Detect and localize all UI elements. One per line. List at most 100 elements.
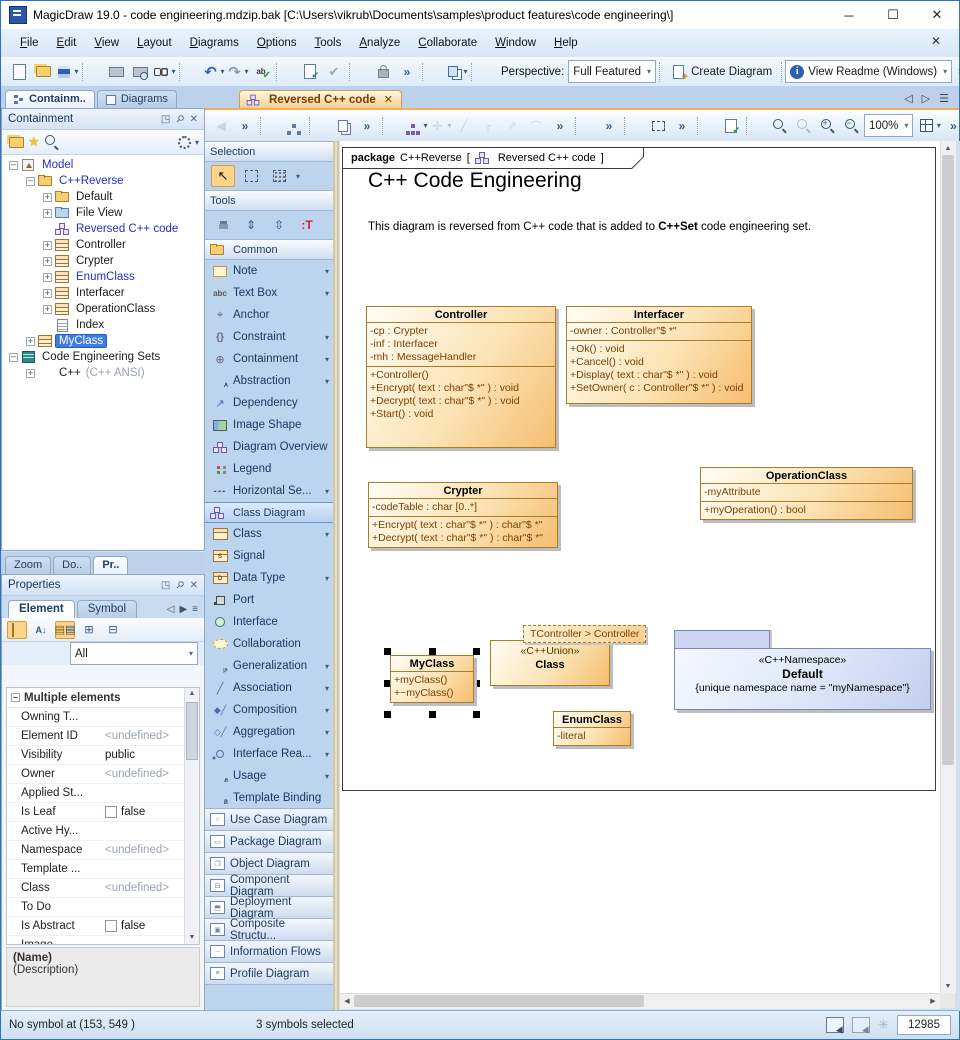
- property-row[interactable]: Image: [7, 936, 199, 945]
- next-icon[interactable]: ▶: [179, 604, 187, 615]
- diagram-toolbar-button[interactable]: ⇗▾: [500, 114, 524, 138]
- toolbar-button[interactable]: ▾: [128, 60, 152, 84]
- diagram-toolbar-button[interactable]: »▾: [941, 114, 960, 138]
- toolbar-button[interactable]: ✔▾: [322, 60, 346, 84]
- tree-expander[interactable]: [43, 257, 52, 266]
- uml-class-myclass[interactable]: MyClass +myClass()+~myClass(): [390, 655, 474, 703]
- list-icon[interactable]: ≡: [192, 604, 198, 615]
- palette-diagram-section[interactable]: ▭ Package Diagram: [205, 830, 333, 853]
- menu-item[interactable]: Window: [486, 34, 545, 52]
- diagram-toolbar-button[interactable]: »▾: [597, 114, 621, 138]
- selection-handle[interactable]: [473, 648, 480, 655]
- tree-expander[interactable]: [9, 353, 18, 362]
- palette-item[interactable]: --- Horizontal Se... ▾: [205, 480, 333, 502]
- toolbar-button[interactable]: ▾: [176, 60, 201, 84]
- selection-more-icon[interactable]: ▾: [296, 172, 300, 181]
- sort-alphabetic-button[interactable]: A↓: [31, 621, 51, 639]
- notification-icon[interactable]: [826, 1017, 844, 1033]
- palette-item[interactable]: Image Shape ▾: [205, 414, 333, 436]
- tree-expander[interactable]: [43, 321, 52, 330]
- palette-section-class-diagram[interactable]: Class Diagram: [205, 502, 333, 523]
- palette-diagram-section[interactable]: ❐ Object Diagram: [205, 852, 333, 875]
- palette-diagram-section[interactable]: → Information Flows: [205, 940, 333, 963]
- property-row[interactable]: Active Hy...: [7, 822, 199, 841]
- pin-panel-icon[interactable]: ⚲: [173, 113, 186, 126]
- palette-item[interactable]: ⊕ Containment ▾: [205, 348, 333, 370]
- palette-item[interactable]: Collaboration ▾: [205, 633, 333, 655]
- uml-class-operationclass[interactable]: OperationClass -myAttribute +myOperation…: [700, 467, 913, 520]
- multi-select-button[interactable]: [267, 165, 291, 187]
- property-row[interactable]: Is Leaf false: [7, 803, 199, 822]
- diagram-toolbar-button[interactable]: ▾: [282, 114, 306, 138]
- readme-combobox[interactable]: iView Readme (Windows)▾: [785, 60, 952, 83]
- menu-item[interactable]: File: [11, 34, 48, 52]
- palette-diagram-section[interactable]: ▣ Composite Structu...: [205, 918, 333, 941]
- tree-search-icon[interactable]: [43, 133, 61, 151]
- vertical-scrollbar[interactable]: ▲ ▼: [940, 141, 956, 993]
- package-default-tab[interactable]: [674, 630, 770, 650]
- tree-node[interactable]: Crypter: [3, 253, 203, 269]
- palette-item[interactable]: Port ▾: [205, 589, 333, 611]
- tree-expander[interactable]: [26, 337, 35, 346]
- diagram-toolbar-button[interactable]: ▾: [917, 114, 941, 138]
- maximize-button[interactable]: ☐: [871, 1, 915, 29]
- diagram-toolbar-button[interactable]: »▾: [355, 114, 379, 138]
- tree-expander[interactable]: [43, 305, 52, 314]
- toolbar-button[interactable]: ▾: [31, 60, 55, 84]
- toolbar-button[interactable]: ▾: [7, 60, 31, 84]
- property-row[interactable]: Visibility public: [7, 746, 199, 765]
- vertical-tree-button[interactable]: ⇕: [239, 214, 263, 236]
- menu-item[interactable]: Collaborate: [409, 34, 486, 52]
- tree-expander[interactable]: [26, 369, 35, 378]
- diagram-toolbar-button[interactable]: »▾: [548, 114, 572, 138]
- selection-handle[interactable]: [429, 711, 436, 718]
- property-row[interactable]: Element ID <undefined>: [7, 727, 199, 746]
- checkbox[interactable]: [105, 806, 117, 818]
- tree-node[interactable]: Controller: [3, 237, 203, 253]
- diagram-toolbar-button[interactable]: ▾: [306, 114, 331, 138]
- horizontal-scroll-thumb[interactable]: [354, 995, 644, 1007]
- close-panel-icon[interactable]: ✕: [190, 580, 198, 591]
- close-tab-icon[interactable]: ✕: [384, 93, 393, 106]
- package-default[interactable]: «C++Namespace» Default {unique namespace…: [674, 648, 931, 710]
- toolbar-button[interactable]: ▾: [298, 60, 322, 84]
- menu-item[interactable]: View: [85, 34, 128, 52]
- tree-node[interactable]: File View: [3, 205, 203, 221]
- toolbar-button[interactable]: ▾: [346, 60, 371, 84]
- toolbar-button[interactable]: ▾: [444, 60, 468, 84]
- diagram-toolbar-button[interactable]: ▾: [743, 114, 768, 138]
- property-row[interactable]: Is Abstract false: [7, 917, 199, 936]
- tab-zoom[interactable]: Zoom: [5, 556, 51, 574]
- toolbar-button[interactable]: »▾: [395, 60, 419, 84]
- property-row[interactable]: Namespace <undefined>: [7, 841, 199, 860]
- menu-close-icon[interactable]: ✕: [931, 34, 941, 48]
- diagram-toolbar-button[interactable]: ╱▾: [452, 114, 476, 138]
- palette-item[interactable]: ◇╱ Aggregation ▾: [205, 721, 333, 743]
- tree-node[interactable]: EnumClass: [3, 269, 203, 285]
- menu-item[interactable]: Help: [545, 34, 587, 52]
- expand-all-button[interactable]: ⊞: [79, 621, 99, 639]
- collapse-all-button[interactable]: ⊟: [103, 621, 123, 639]
- diagram-toolbar-button[interactable]: »▾: [670, 114, 694, 138]
- palette-item[interactable]: Diagram Overview ▾: [205, 436, 333, 458]
- tree-options-button[interactable]: ▾: [176, 133, 199, 151]
- palette-item[interactable]: ↗B Template Binding ▾: [205, 787, 333, 809]
- open-scope-icon[interactable]: [7, 133, 25, 151]
- menu-item[interactable]: Edit: [48, 34, 86, 52]
- marquee-select-button[interactable]: [239, 165, 263, 187]
- palette-diagram-section[interactable]: ⊟ Component Diagram: [205, 874, 333, 897]
- diagram-toolbar-button[interactable]: ▾: [694, 114, 719, 138]
- tree-node[interactable]: Code Engineering Sets: [3, 349, 203, 365]
- toolbar-button[interactable]: ▾: [468, 60, 493, 84]
- diagram-toolbar-button[interactable]: ┌▾: [476, 114, 500, 138]
- palette-item[interactable]: S Signal ▾: [205, 545, 333, 567]
- select-cursor-button[interactable]: ↖: [211, 165, 235, 187]
- diagram-toolbar-button[interactable]: ▾: [331, 114, 355, 138]
- float-panel-icon[interactable]: ◳: [161, 114, 170, 125]
- palette-item[interactable]: D Data Type ▾: [205, 567, 333, 589]
- palette-item[interactable]: Interface Rea... ▾: [205, 743, 333, 765]
- palette-item[interactable]: Interface ▾: [205, 611, 333, 633]
- palette-section-common[interactable]: Common: [205, 239, 333, 260]
- tree-expander[interactable]: [43, 289, 52, 298]
- diagram-toolbar-button[interactable]: ▾: [646, 114, 670, 138]
